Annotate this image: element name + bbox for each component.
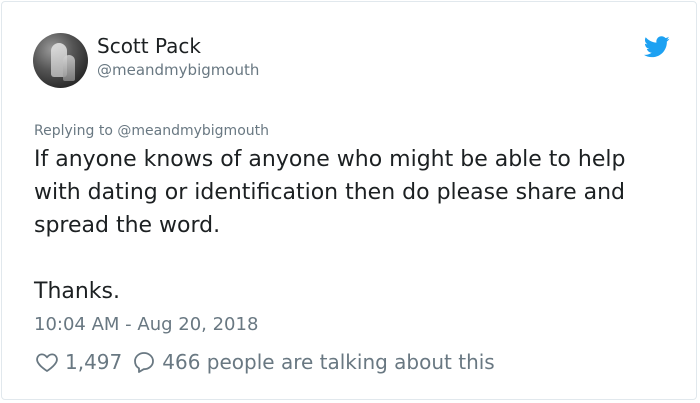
tweet-card: Scott Pack @meandmybigmouth Replying to … xyxy=(1,1,697,400)
like-count[interactable]: 1,497 xyxy=(65,350,122,374)
talking-about-label[interactable]: 466 people are talking about this xyxy=(162,350,494,374)
author-name[interactable]: Scott Pack xyxy=(97,34,201,58)
replying-to-label[interactable]: Replying to @meandmybigmouth xyxy=(34,122,269,140)
avatar-figure-secondary xyxy=(63,55,75,81)
tweet-paragraph: If anyone knows of anyone who might be a… xyxy=(34,147,626,238)
heart-icon[interactable] xyxy=(35,350,59,374)
engagement-bar: 1,497 466 people are talking about this xyxy=(35,347,495,377)
tweet-timestamp[interactable]: 10:04 AM - Aug 20, 2018 xyxy=(34,313,258,337)
tweet-text: If anyone knows of anyone who might be a… xyxy=(34,143,674,308)
avatar[interactable] xyxy=(33,33,88,88)
speech-bubble-icon[interactable] xyxy=(132,350,156,374)
author-handle[interactable]: @meandmybigmouth xyxy=(97,60,259,80)
tweet-paragraph: Thanks. xyxy=(34,279,121,304)
twitter-bird-icon[interactable] xyxy=(643,36,670,58)
